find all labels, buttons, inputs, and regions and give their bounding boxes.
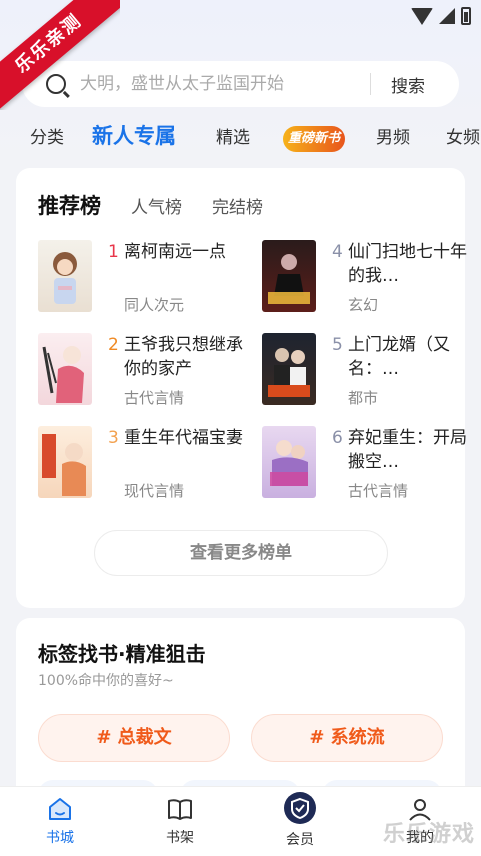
nav-membership[interactable]: 会员 bbox=[260, 792, 340, 849]
ranking-card: 推荐榜 人气榜 完结榜 1 离柯南远一点 同人次元 2 王爷我只想继承你的家产 … bbox=[16, 168, 467, 608]
search-divider bbox=[370, 73, 371, 95]
membership-icon bbox=[284, 792, 316, 824]
tab-finished-rank[interactable]: 完结榜 bbox=[212, 193, 263, 218]
ranking-tabs: 推荐榜 人气榜 完结榜 bbox=[38, 190, 293, 220]
book-title: 上门龙婿（又名：… bbox=[348, 335, 450, 379]
ranking-book[interactable]: 5 上门龙婿（又名：… 都市 bbox=[262, 333, 472, 409]
bookshelf-icon bbox=[168, 799, 192, 820]
rank-number: 6 bbox=[332, 428, 343, 448]
status-icons bbox=[411, 7, 471, 25]
bookstore-icon bbox=[49, 798, 71, 820]
ranking-book[interactable]: 6 弃妃重生：开局搬空… 古代言情 bbox=[262, 426, 472, 502]
category-tabs: 分类 新人专属 精选 重磅新书 男频 女频 bbox=[0, 120, 481, 160]
tag-chip-ceo[interactable]: # 总裁文 bbox=[38, 714, 230, 762]
book-cover bbox=[262, 426, 316, 498]
book-title: 重生年代福宝妻 bbox=[124, 428, 243, 448]
book-genre: 现代言情 bbox=[124, 482, 185, 500]
tab-male[interactable]: 男频 bbox=[376, 120, 410, 156]
nav-bookstore[interactable]: 书城 bbox=[20, 795, 100, 847]
rank-number: 3 bbox=[108, 428, 119, 448]
book-cover bbox=[38, 333, 92, 405]
rank-number: 2 bbox=[108, 335, 119, 355]
book-title: 弃妃重生：开局搬空… bbox=[348, 428, 467, 472]
book-cover bbox=[262, 240, 316, 312]
tab-new-books[interactable]: 重磅新书 bbox=[283, 126, 345, 152]
book-genre: 同人次元 bbox=[124, 296, 185, 314]
tab-popular-rank[interactable]: 人气榜 bbox=[131, 193, 182, 218]
battery-icon bbox=[461, 7, 471, 25]
book-title: 离柯南远一点 bbox=[124, 242, 226, 262]
rank-number: 5 bbox=[332, 335, 343, 355]
ranking-book[interactable]: 1 离柯南远一点 同人次元 bbox=[38, 240, 248, 316]
ribbon-text: 乐乐亲测 bbox=[0, 0, 120, 110]
rank-number: 4 bbox=[332, 242, 343, 262]
nav-label: 会员 bbox=[286, 832, 314, 848]
tag-section-title: 标签找书·精准狙击 bbox=[38, 642, 206, 666]
tab-featured[interactable]: 精选 bbox=[216, 120, 250, 156]
ranking-book[interactable]: 4 仙门扫地七十年的我… 玄幻 bbox=[262, 240, 472, 316]
book-genre: 古代言情 bbox=[124, 389, 185, 407]
signal-icon bbox=[439, 8, 455, 24]
book-genre: 玄幻 bbox=[348, 296, 379, 314]
book-cover bbox=[38, 426, 92, 498]
search-input[interactable] bbox=[80, 74, 370, 94]
watermark: 乐乐游戏 bbox=[382, 822, 475, 847]
ranking-book[interactable]: 3 重生年代福宝妻 现代言情 bbox=[38, 426, 248, 502]
tab-category[interactable]: 分类 bbox=[30, 120, 64, 156]
tab-recommend-rank[interactable]: 推荐榜 bbox=[38, 190, 101, 220]
tab-female[interactable]: 女频 bbox=[446, 120, 480, 156]
rank-number: 1 bbox=[108, 242, 119, 262]
nav-bookshelf[interactable]: 书架 bbox=[140, 795, 220, 847]
corner-ribbon: 乐乐亲测 bbox=[0, 0, 120, 110]
book-title: 仙门扫地七十年的我… bbox=[348, 242, 467, 286]
search-button[interactable]: 搜索 bbox=[391, 72, 425, 97]
view-more-rankings-button[interactable]: 查看更多榜单 bbox=[94, 530, 388, 576]
book-genre: 古代言情 bbox=[348, 482, 409, 500]
book-title: 王爷我只想继承你的家产 bbox=[124, 335, 243, 379]
tag-chip-system[interactable]: # 系统流 bbox=[251, 714, 443, 762]
book-cover bbox=[38, 240, 92, 312]
nav-label: 书城 bbox=[46, 830, 74, 846]
ranking-book[interactable]: 2 王爷我只想继承你的家产 古代言情 bbox=[38, 333, 248, 409]
tag-section-subtitle: 100%命中你的喜好~ bbox=[38, 673, 174, 689]
tab-new-user[interactable]: 新人专属 bbox=[92, 120, 176, 154]
book-cover bbox=[262, 333, 316, 405]
nav-label: 书架 bbox=[166, 830, 194, 846]
book-genre: 都市 bbox=[348, 389, 379, 407]
wifi-icon bbox=[411, 7, 433, 25]
